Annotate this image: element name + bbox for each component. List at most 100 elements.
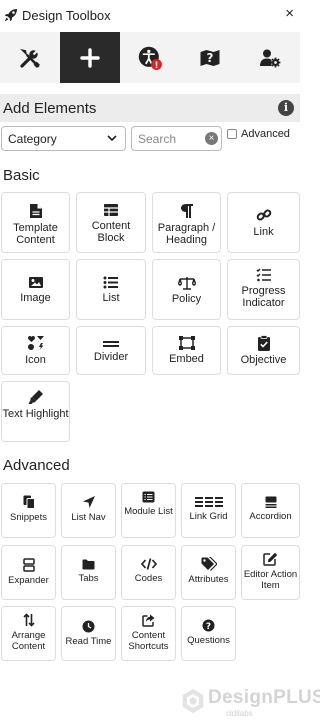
element-image[interactable]: Image	[1, 259, 70, 320]
advanced-checkbox-box[interactable]	[227, 129, 237, 139]
image-icon	[28, 277, 43, 288]
element-label: Link Grid	[189, 511, 228, 522]
section-title: Add Elements	[3, 99, 97, 117]
svg-text:?: ?	[207, 51, 214, 65]
highlighter-icon	[28, 390, 43, 404]
element-editor-action-item[interactable]: Editor Action Item	[241, 545, 300, 600]
element-list[interactable]: List	[76, 259, 146, 320]
element-list-nav[interactable]: List Nav	[61, 483, 116, 538]
info-icon[interactable]: i	[278, 100, 294, 116]
element-arrange-content[interactable]: Arrange Content	[1, 606, 56, 661]
close-button[interactable]: ×	[285, 6, 294, 21]
element-label: Paragraph / Heading	[157, 222, 216, 246]
settings-tab[interactable]	[240, 32, 300, 83]
basic-heading: Basic	[3, 167, 40, 184]
element-label: Tabs	[78, 573, 99, 584]
element-label: Module List	[124, 506, 173, 517]
brand-sub: cidilabs	[226, 709, 253, 718]
element-label: Editor Action Item	[243, 569, 298, 591]
element-label: Divider	[93, 351, 129, 363]
advanced-checkbox-label: Advanced	[241, 128, 290, 140]
element-paragraph-heading[interactable]: Paragraph / Heading	[152, 192, 221, 253]
checklist-icon	[255, 268, 271, 282]
accessibility-badge: !	[154, 61, 158, 71]
add-tab[interactable]	[60, 32, 120, 83]
advanced-checkbox[interactable]: Advanced	[227, 128, 290, 140]
element-text-highlight[interactable]: Text Highlight	[1, 381, 70, 442]
brand-name: DesignPLUS	[208, 687, 320, 708]
element-expander[interactable]: Expander	[1, 545, 56, 600]
table-grid-icon	[104, 204, 118, 216]
window-title: Design Toolbox	[22, 7, 111, 23]
element-label: Attributes	[188, 574, 229, 585]
element-snippets[interactable]: Snippets	[1, 483, 56, 538]
element-questions[interactable]: ? Questions	[181, 606, 236, 661]
element-label: Accordion	[249, 511, 292, 522]
accessibility-tab[interactable]: !	[120, 32, 180, 83]
element-label: Questions	[187, 635, 230, 646]
designplus-logo: DesignPLUS cidilabs	[180, 686, 320, 720]
element-embed[interactable]: Embed	[152, 326, 221, 375]
location-arrow-icon	[82, 496, 95, 508]
clock-icon	[82, 620, 95, 633]
title-bar: Design Toolbox ×	[0, 0, 300, 30]
chevron-down-icon	[107, 135, 117, 142]
element-label: Arrange Content	[11, 630, 46, 652]
element-content-block[interactable]: Content Block	[76, 192, 146, 253]
designplus-mark-icon	[182, 689, 204, 713]
element-label: Expander	[8, 575, 49, 586]
toolbox-toolbar: ! ?	[0, 32, 300, 83]
divider-icon	[103, 341, 119, 347]
module-list-icon	[142, 491, 155, 503]
element-label: Objective	[240, 354, 287, 366]
edit-icon	[263, 552, 278, 566]
element-label: Codes	[134, 573, 163, 584]
element-content-shortcuts[interactable]: Content Shortcuts	[121, 606, 176, 661]
element-label: Image	[20, 292, 51, 304]
link-grid-icon	[194, 497, 223, 507]
element-link-grid[interactable]: Link Grid	[181, 483, 236, 538]
element-label: Read Time	[65, 636, 112, 647]
element-label: Template Content	[13, 222, 58, 246]
element-read-time[interactable]: Read Time	[61, 606, 116, 661]
pilcrow-icon	[180, 204, 193, 218]
element-accordion[interactable]: Accordion	[241, 483, 300, 538]
plus-icon	[80, 47, 100, 68]
element-label: Icon	[25, 354, 46, 366]
element-link[interactable]: Link	[227, 192, 300, 253]
link-icon	[256, 209, 271, 221]
embed-frame-icon	[178, 336, 195, 350]
help-tab[interactable]: ?	[180, 32, 240, 83]
question-circle-icon: ?	[202, 619, 215, 632]
element-label: Embed	[169, 353, 204, 365]
element-template-content[interactable]: Template Content	[1, 192, 70, 253]
copy-icon	[23, 495, 35, 509]
element-progress-indicator[interactable]: Progress Indicator	[227, 259, 300, 320]
element-label: Progress Indicator	[241, 285, 286, 309]
element-label: Text Highlight	[2, 408, 69, 420]
expander-icon	[22, 558, 35, 572]
element-label: List Nav	[71, 512, 106, 523]
tools-tab[interactable]	[0, 32, 60, 83]
element-label: List	[102, 292, 120, 304]
document-icon	[29, 204, 42, 218]
user-gear-icon	[260, 49, 281, 67]
element-icon[interactable]: Icon	[1, 326, 70, 375]
element-label: Content Block	[91, 220, 131, 244]
category-select[interactable]: Category	[1, 126, 126, 151]
icons-icon	[27, 336, 44, 350]
element-codes[interactable]: Codes	[121, 545, 176, 600]
element-objective[interactable]: Objective	[227, 326, 300, 375]
element-divider[interactable]: Divider	[76, 326, 146, 375]
svg-text:?: ?	[206, 622, 211, 632]
folder-icon	[82, 559, 95, 570]
element-tabs[interactable]: Tabs	[61, 545, 116, 600]
arrange-arrows-icon	[22, 613, 35, 627]
element-module-list[interactable]: Module List	[121, 483, 176, 538]
element-attributes[interactable]: Attributes	[181, 545, 236, 600]
clipboard-check-icon	[257, 335, 270, 351]
accessibility-warning-icon: !	[138, 46, 162, 71]
element-policy[interactable]: Policy	[152, 259, 221, 320]
question-map-icon: ?	[200, 49, 220, 66]
clear-search-button[interactable]: ×	[205, 132, 218, 145]
